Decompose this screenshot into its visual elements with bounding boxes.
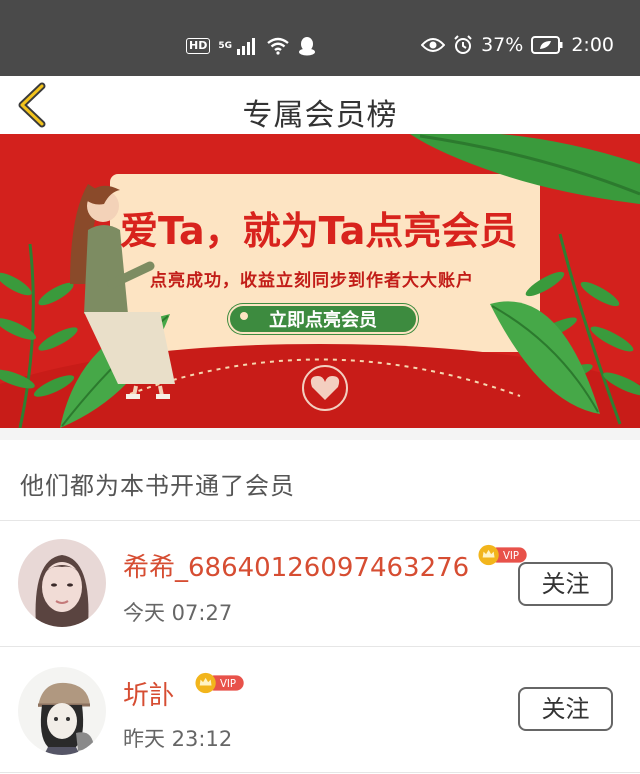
- avatar-photo: [18, 539, 106, 627]
- clock: 2:00: [571, 34, 614, 56]
- follow-button[interactable]: 关注: [518, 687, 613, 731]
- avatar-photo: [18, 667, 106, 755]
- eye-icon: [421, 38, 446, 52]
- member-time: 昨天 23:12: [123, 727, 233, 751]
- banner-subtitle: 点亮成功，收益立刻同步到作者大大账户: [150, 271, 474, 291]
- member-time: 今天 07:27: [123, 601, 233, 625]
- light-up-member-button[interactable]: 立即点亮会员: [228, 304, 418, 334]
- nav-header: 专属会员榜: [0, 76, 640, 134]
- member-row[interactable]: 希希_68640126097463276 VIP 今天 07:27 关注: [0, 521, 640, 647]
- banner-headline: 爱Ta，就为Ta点亮会员: [120, 209, 518, 253]
- signal-icon: [237, 38, 255, 55]
- vip-badge: VIP: [195, 672, 244, 694]
- member-name: 希希_68640126097463276: [123, 553, 470, 583]
- status-right-icons: 37% 2:00: [421, 34, 614, 56]
- page-title: 专属会员榜: [242, 98, 398, 133]
- section-title: 他们都为本书开通了会员: [20, 472, 295, 500]
- member-name: 圻訃: [123, 681, 176, 711]
- member-row[interactable]: 圻訃 VIP 昨天 23:12 关注: [0, 647, 640, 773]
- divider: [0, 772, 640, 773]
- hd-badge: HD: [186, 38, 211, 54]
- avatar[interactable]: [18, 667, 106, 755]
- battery-percent: 37%: [481, 34, 524, 56]
- network-type: 5G: [218, 40, 232, 51]
- battery-icon: [531, 36, 563, 54]
- alarm-icon: [454, 35, 472, 54]
- member-banner[interactable]: 爱Ta，就为Ta点亮会员 点亮成功，收益立刻同步到作者大大账户 立即点亮会员: [0, 134, 640, 428]
- status-left-icons: HD 5G: [186, 36, 316, 56]
- follow-button[interactable]: 关注: [518, 562, 613, 606]
- status-bar: HD 5G 37% 2:00: [0, 0, 640, 76]
- vip-label: VIP: [503, 551, 519, 562]
- avatar[interactable]: [18, 539, 106, 627]
- vip-label: VIP: [220, 679, 236, 690]
- cta-dot: [240, 312, 248, 320]
- qq-icon: [299, 37, 315, 56]
- section-gap: [0, 428, 640, 440]
- wifi-icon: [267, 37, 289, 55]
